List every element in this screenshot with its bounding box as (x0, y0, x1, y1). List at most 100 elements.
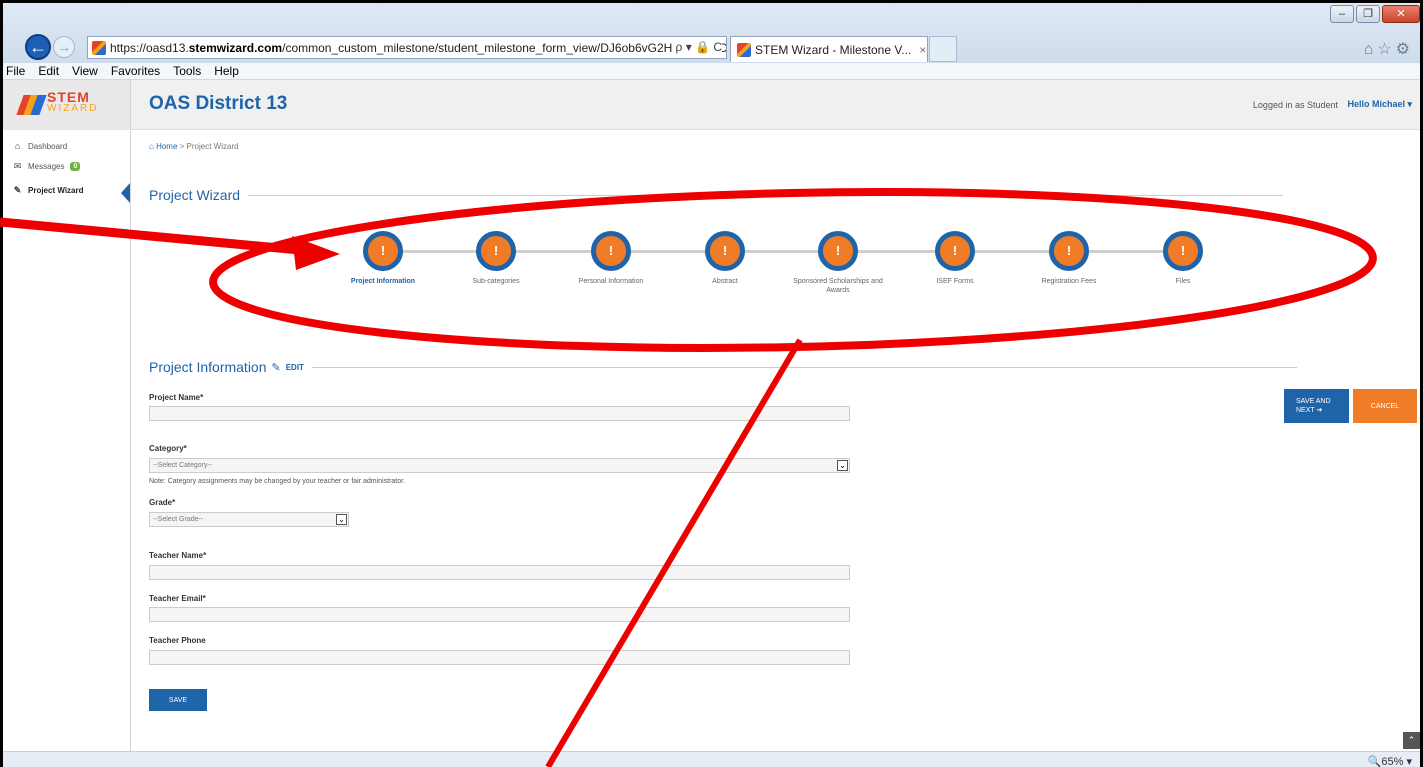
home-icon[interactable]: ⌂ (1364, 41, 1378, 58)
step-abstract[interactable]: ! Abstract (670, 231, 780, 286)
breadcrumb-current: Project Wizard (186, 142, 239, 151)
menu-view[interactable]: View (72, 64, 98, 78)
heading-divider (248, 194, 1284, 196)
scroll-to-top-button[interactable]: ⌃ (1403, 732, 1420, 749)
edit-icon[interactable]: ✎ (272, 361, 281, 374)
browser-toolbar-icons: ⌂☆⚙ (1364, 39, 1414, 59)
favorites-star-icon[interactable]: ☆ (1377, 41, 1395, 58)
zoom-level[interactable]: 🔍65% ▾ (1368, 755, 1412, 767)
wizard-heading: Project Wizard (149, 187, 1284, 203)
step-sub-categories[interactable]: ! Sub-categories (441, 231, 551, 286)
sidebar-item-label: Project Wizard (28, 186, 84, 195)
save-button[interactable]: SAVE (149, 689, 207, 711)
tab-close-icon[interactable]: × (919, 43, 926, 57)
form-heading: Project Information ✎ EDIT (149, 359, 1297, 375)
warning-icon: ! (363, 231, 403, 271)
logo-wizard-text: WIZARD (47, 103, 99, 114)
menu-favorites[interactable]: Favorites (111, 64, 160, 78)
url-prefix: https://oasd13. (110, 40, 189, 55)
logo[interactable]: STEM WIZARD (3, 80, 131, 130)
category-select[interactable]: --Select Category-- ⌄ (149, 458, 850, 473)
grade-label: Grade* (149, 498, 176, 507)
cancel-button[interactable]: CANCEL (1353, 389, 1417, 423)
step-label: Sub-categories (472, 278, 520, 285)
logo-text: STEM WIZARD (47, 90, 99, 115)
step-sponsored-scholarships[interactable]: ! Sponsored Scholarships and Awards (783, 231, 893, 295)
warning-icon: ! (818, 231, 858, 271)
project-name-input[interactable] (149, 406, 850, 421)
browser-tab[interactable]: STEM Wizard - Milestone V... × (730, 36, 928, 62)
step-label: Files (1175, 278, 1191, 285)
sidebar-item-messages[interactable]: ✉ Messages 0 (13, 161, 81, 171)
status-bar: 🔍65% ▾ (3, 751, 1420, 767)
step-label: Registration Fees (1041, 278, 1097, 285)
warning-icon: ! (1163, 231, 1203, 271)
step-label: Project Information (350, 278, 416, 285)
project-name-label: Project Name* (149, 393, 204, 402)
logged-in-status: Logged in as Student (1252, 100, 1338, 110)
chevron-down-icon: ⌄ (837, 460, 848, 471)
tab-favicon-icon (737, 42, 751, 57)
step-isef-forms[interactable]: ! ISEF Forms (900, 231, 1010, 286)
step-project-information[interactable]: ! Project Information (328, 231, 438, 286)
form-title: Project Information (149, 359, 267, 375)
menu-tools[interactable]: Tools (173, 64, 201, 78)
window-controls: – ❐ ✕ (1330, 5, 1420, 23)
step-registration-fees[interactable]: ! Registration Fees (1014, 231, 1124, 286)
app-header: STEM WIZARD OAS District 13 Logged in as… (3, 80, 1420, 130)
close-window-button[interactable]: ✕ (1382, 5, 1420, 23)
chevron-down-icon: ⌄ (336, 514, 347, 525)
step-label: Personal Information (578, 278, 644, 285)
warning-icon: ! (1049, 231, 1089, 271)
wizard-title: Project Wizard (149, 187, 241, 203)
back-button[interactable]: ← (25, 34, 51, 60)
warning-icon: ! (476, 231, 516, 271)
save-and-next-label: SAVE AND NEXT ➔ (1296, 397, 1331, 415)
save-and-next-line-1: SAVE AND (1296, 398, 1331, 405)
category-note: Note: Category assignments may be change… (149, 478, 406, 485)
step-files[interactable]: ! Files (1128, 231, 1238, 286)
stem-wizard-logo-icon (16, 95, 47, 115)
breadcrumb: ⌂ Home > Project Wizard (149, 142, 239, 151)
warning-icon: ! (705, 231, 745, 271)
restore-button[interactable]: ❐ (1356, 5, 1380, 23)
user-menu[interactable]: Hello Michael ▾ (1347, 99, 1412, 110)
teacher-name-label: Teacher Name* (149, 551, 207, 560)
forward-button[interactable]: → (53, 36, 75, 58)
menu-file[interactable]: File (6, 64, 25, 78)
sidebar-item-label: Dashboard (28, 142, 68, 151)
menu-bar: File Edit View Favorites Tools Help (3, 63, 1420, 80)
menu-help[interactable]: Help (214, 64, 239, 78)
sidebar-item-dashboard[interactable]: ⌂ Dashboard (13, 142, 68, 152)
address-bar-icons[interactable]: ρ ▾ 🔒 C (671, 40, 722, 54)
new-tab-button[interactable] (929, 36, 957, 62)
address-bar[interactable]: https://oasd13. stemwizard.com/common_cus… (87, 36, 727, 59)
url-path: /common_custom_milestone/student_milesto… (282, 40, 727, 55)
edit-icon: ✎ (13, 185, 22, 195)
step-personal-information[interactable]: ! Personal Information (556, 231, 666, 286)
breadcrumb-home[interactable]: Home (156, 142, 177, 151)
tab-title: STEM Wizard - Milestone V... (755, 42, 912, 57)
teacher-phone-input[interactable] (149, 650, 850, 665)
messages-count-badge: 0 (70, 162, 81, 171)
site-title: OAS District 13 (149, 93, 288, 114)
envelope-icon: ✉ (13, 161, 22, 171)
sidebar-item-label: Messages (28, 162, 65, 171)
sidebar: ⌂ Dashboard ✉ Messages 0 ✎ Project Wizar… (3, 131, 131, 751)
teacher-email-input[interactable] (149, 607, 850, 622)
sidebar-item-project-wizard[interactable]: ✎ Project Wizard (13, 185, 84, 196)
edit-link[interactable]: EDIT (286, 363, 304, 372)
gear-icon[interactable]: ⚙ (1396, 41, 1414, 58)
site-favicon-icon (92, 40, 106, 55)
minimize-button[interactable]: – (1330, 5, 1354, 23)
grade-select[interactable]: --Select Grade-- ⌄ (149, 512, 349, 527)
url-host: stemwizard.com (188, 40, 283, 55)
save-and-next-line-2: NEXT ➔ (1296, 407, 1323, 414)
wizard-steps: ! Project Information ! Sub-categories !… (328, 231, 1233, 321)
teacher-name-input[interactable] (149, 565, 850, 580)
heading-divider (311, 366, 1297, 368)
menu-edit[interactable]: Edit (38, 64, 59, 78)
save-and-next-button[interactable]: SAVE AND NEXT ➔ (1284, 389, 1349, 423)
home-icon[interactable]: ⌂ (149, 142, 154, 151)
grade-select-value: --Select Grade-- (153, 516, 204, 523)
